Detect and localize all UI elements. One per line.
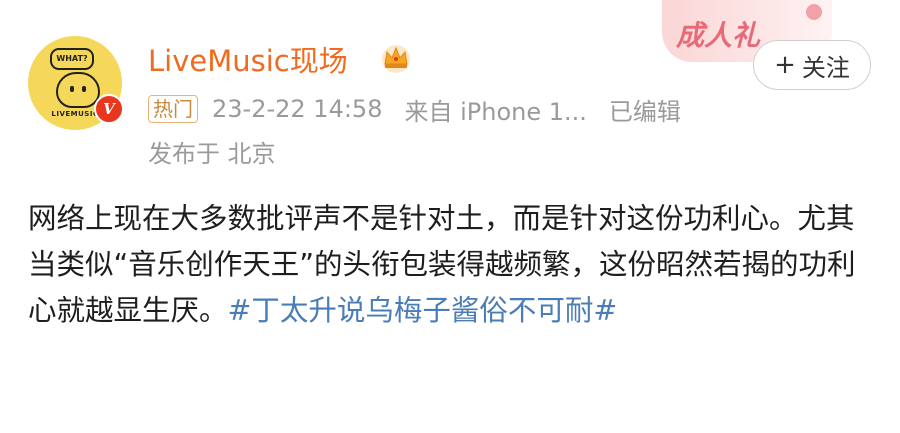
badge-text: 成人礼 (676, 19, 761, 52)
avatar-bubble: WHAT? (50, 48, 94, 70)
avatar-face (56, 72, 100, 108)
post-source: 来自 iPhone 1... (404, 97, 587, 126)
badge-dot (806, 4, 822, 20)
avatar[interactable]: WHAT? LIVEMUSIC V (28, 36, 124, 130)
edited-label[interactable]: 已编辑 (609, 92, 681, 127)
follow-label: 关注 (801, 53, 850, 82)
post-location: 发布于 北京 (148, 140, 276, 168)
follow-button[interactable]: + 关注 (753, 40, 871, 90)
username[interactable]: LiveMusic现场 (148, 38, 348, 80)
plus-icon: + (774, 50, 796, 80)
post-body: 网络上现在大多数批评声不是针对土，而是针对这份功利心。尤其当类似“音乐创作天王”… (28, 196, 878, 334)
verified-icon: V (94, 94, 124, 124)
hashtag-link[interactable]: #丁太升说乌梅子酱俗不可耐# (228, 294, 618, 327)
post-time: 23-2-22 14:58 (212, 95, 383, 123)
crown-icon (382, 45, 410, 73)
post-meta: 热门 23-2-22 14:58 来自 iPhone 1... 已编辑 (148, 92, 681, 126)
hot-tag[interactable]: 热门 (148, 95, 198, 123)
